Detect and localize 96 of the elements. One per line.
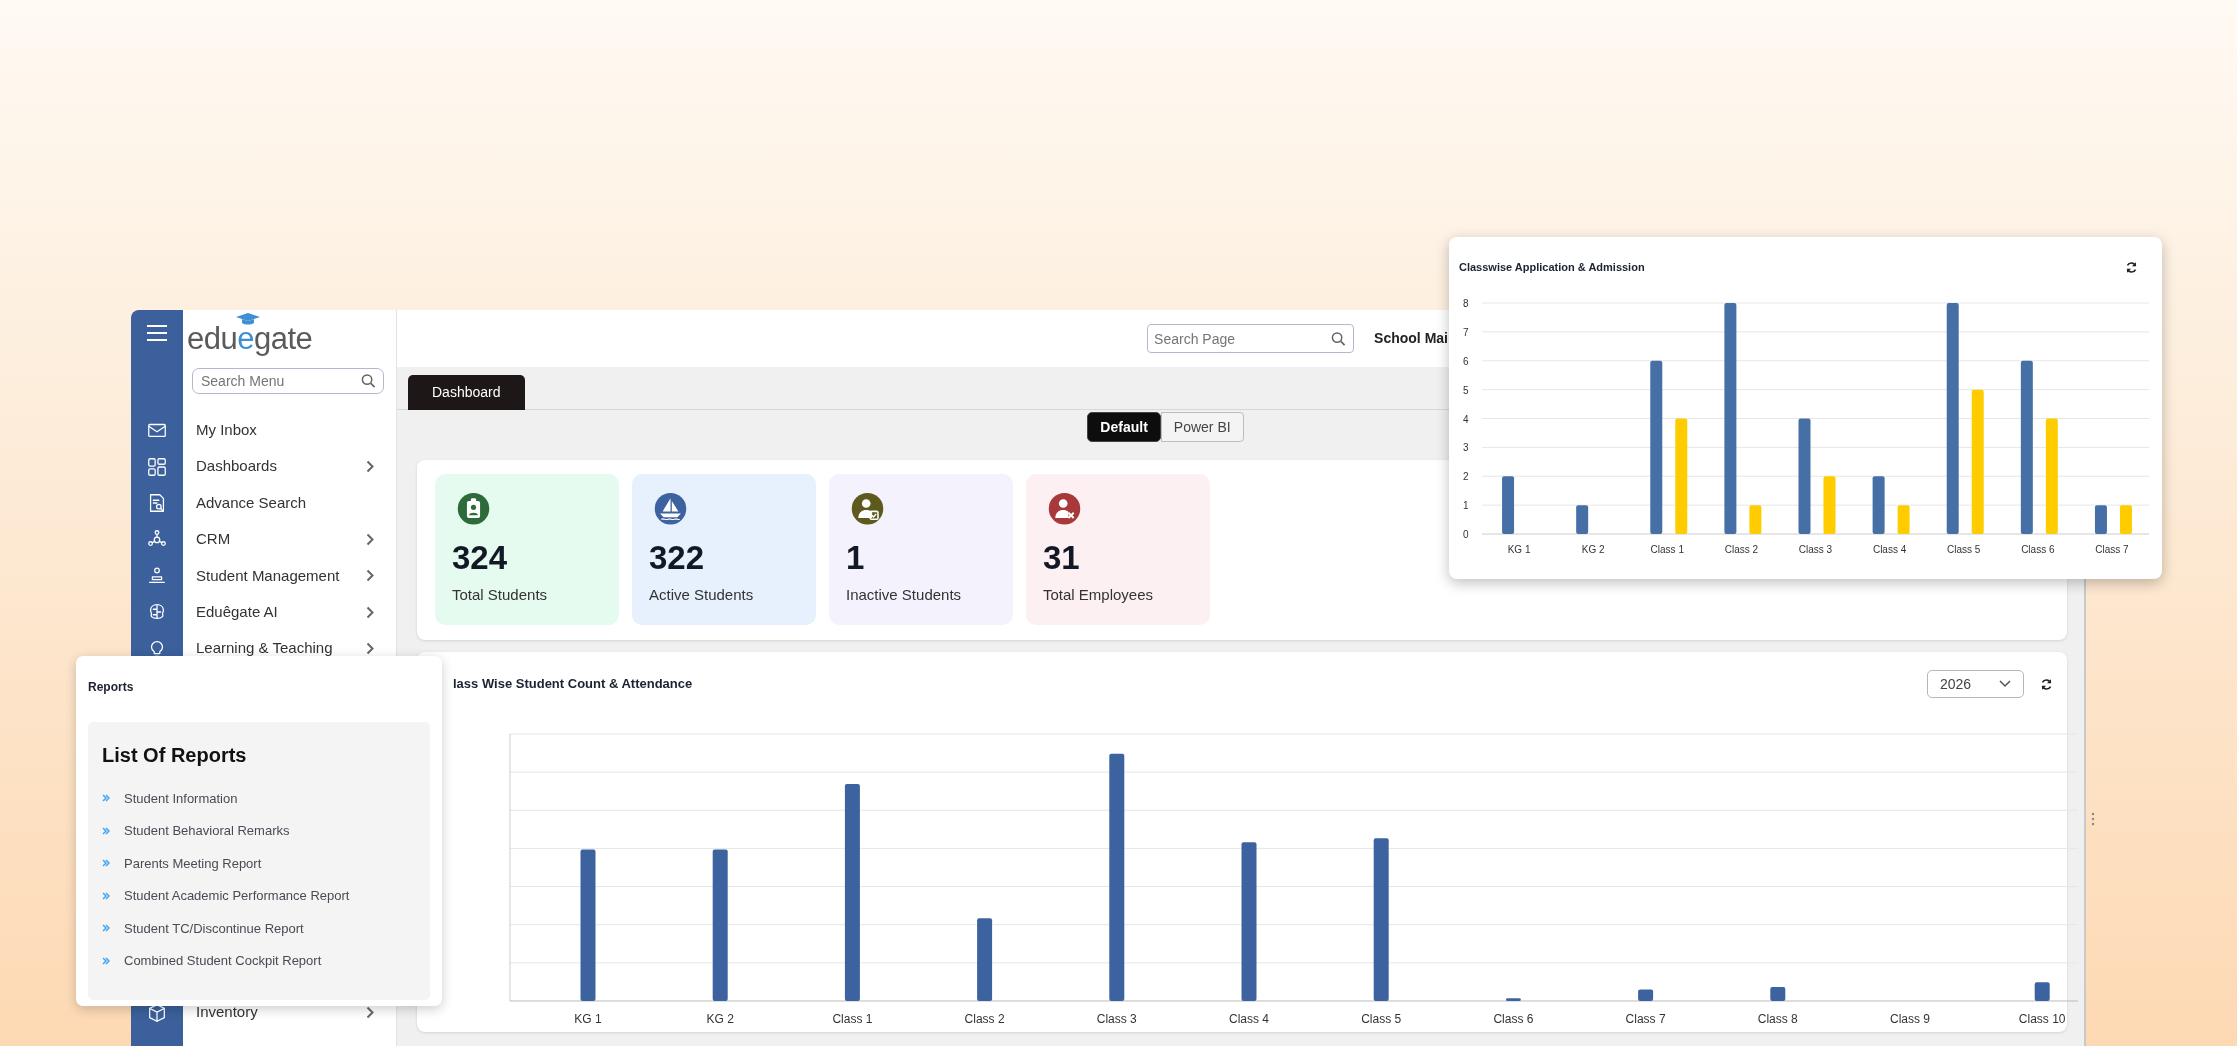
tick-label: 5 [1463,384,1469,396]
axis-label: Class 2 [1724,543,1759,555]
report-link[interactable]: Parents Meeting Report [124,853,262,873]
menu-item[interactable]: Inventory [183,1001,396,1024]
bar [1823,475,1836,534]
axis-label: Class 4 [1872,543,1907,555]
stat-label: Active Students [649,584,755,605]
report-link[interactable]: Student TC/Discontinue Report [124,918,304,938]
chevron-right-icon [366,532,374,546]
menu-item[interactable]: CRM [183,528,396,551]
axis-label: Class 6 [1493,1012,1534,1026]
tick-label: 1 [1463,499,1469,511]
stat-label: Total Employees [1043,584,1155,605]
panel-title: Reports [88,679,135,696]
stat-value: 1 [846,540,866,574]
bar [2094,504,2107,534]
axis-label: Class 3 [1798,543,1833,555]
axis-label: Class 4 [1229,1012,1269,1026]
tick-label: 4 [1463,413,1469,424]
double-chevron-icon [102,859,110,868]
chart-title: Classwise Application & Admission [1459,260,1645,275]
logo: eduegate [187,312,313,357]
axis-label: KG 2 [1581,543,1605,555]
stat-label: Inactive Students [846,584,963,605]
tab[interactable]: Dashboard [408,375,525,410]
chevron-right-icon [366,642,374,656]
axis-label: Class 6 [2021,543,2055,555]
search-page-field[interactable]: Search Page [1147,324,1355,353]
stat-value: 322 [649,540,706,574]
chart-title: lass Wise Student Count & Attendance [453,675,693,694]
report-link[interactable]: Combined Student Cockpit Report [124,951,322,971]
bar [1505,998,1521,1001]
report-link[interactable]: Student Academic Performance Report [124,886,350,906]
stat-value: 324 [452,540,509,574]
axis-label: KG 1 [574,1012,602,1026]
chevron-right-icon [366,569,374,583]
chevron-down-icon [1999,680,2011,688]
double-chevron-icon [102,794,110,803]
menu-item[interactable]: Advance Search [183,491,396,515]
axis-label: Class 7 [2095,543,2129,555]
axis-label: Class 3 [1096,1012,1137,1026]
refresh-icon[interactable] [2040,677,2053,691]
double-chevron-icon [102,956,110,965]
bar [1502,475,1515,534]
bar [2034,982,2050,1001]
menu-item[interactable]: Dashboards [183,455,396,478]
search-icon[interactable] [1331,331,1347,346]
card-heading: List Of Reports [102,743,248,768]
grid-icon[interactable] [146,455,168,478]
tick-label: 3 [1463,441,1469,453]
year-dropdown[interactable]: 2026 [1927,670,2024,698]
bar [1897,504,1910,534]
stat-value: 31 [1043,540,1081,574]
menu-item[interactable]: My Inbox [183,418,396,442]
axis-label: Class 9 [1890,1012,1930,1026]
bar [1638,989,1654,1001]
search-menu-field[interactable]: Search Menu [192,368,384,395]
axis-label: KG 2 [706,1012,734,1026]
axis-label: Class 8 [1757,1012,1798,1026]
toggle-button[interactable]: Default [1087,412,1161,442]
stat-label: Total Students [452,584,549,605]
double-chevron-icon [102,826,110,835]
bar [2119,504,2132,534]
resize-handle-icon[interactable] [2090,812,2096,826]
refresh-icon[interactable] [2125,260,2138,274]
axis-label: Class 2 [964,1012,1005,1026]
bar [1749,504,1762,534]
bar [1872,475,1885,534]
tick-label: 6 [1463,355,1469,367]
menu-item[interactable]: Learning & Teaching [183,637,396,660]
report-link[interactable]: Student Information [124,788,238,808]
toggle-button[interactable]: Power BI [1160,412,1244,442]
axis-label: Class 5 [1361,1012,1402,1026]
menu-icon[interactable] [146,323,168,342]
menu-item[interactable]: Eduêgate AI [183,600,396,624]
axis-label: Class 1 [832,1012,873,1026]
chevron-right-icon [366,1006,374,1019]
tick-label: 7 [1463,326,1469,338]
search-icon[interactable] [361,373,376,389]
chevron-right-icon [366,460,374,474]
axis-label: Class 7 [1625,1012,1666,1026]
chevron-right-icon [366,605,374,619]
bar [1770,986,1786,1001]
report-link[interactable]: Student Behavioral Remarks [124,821,290,841]
bar [1576,504,1589,534]
axis-label: Class 10 [2018,1012,2066,1026]
tick-label: 8 [1463,297,1469,309]
axis-label: Class 5 [1947,543,1981,555]
double-chevron-icon [102,891,110,900]
menu-item[interactable]: Student Management [183,564,396,587]
axis-label: Class 1 [1650,543,1684,555]
axis-label: KG 1 [1507,543,1531,555]
tick-label: 2 [1463,470,1469,482]
school-name[interactable]: School Mai [1374,328,1448,349]
tick-label: 0 [1463,528,1469,540]
double-chevron-icon [102,924,110,933]
